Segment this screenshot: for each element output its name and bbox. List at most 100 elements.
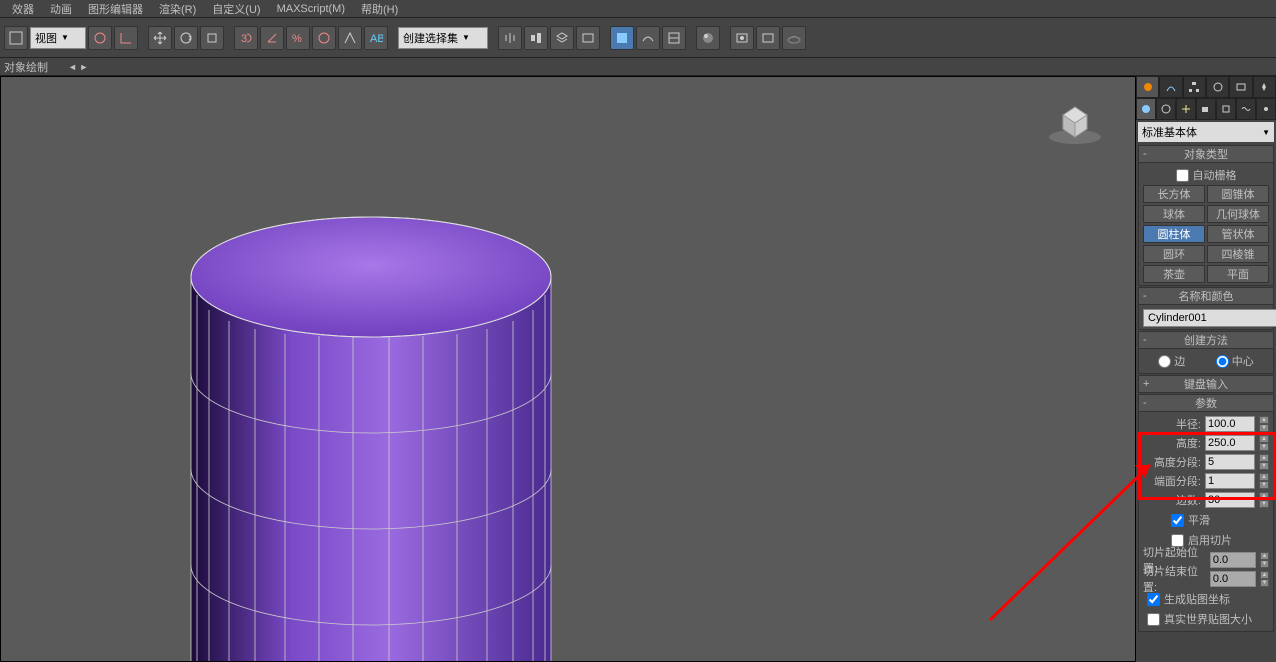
category-dropdown[interactable]: 标准基本体▼ — [1138, 122, 1274, 142]
hseg-spinner[interactable]: 5 — [1205, 454, 1255, 470]
rollout-parameters[interactable]: -参数 — [1138, 394, 1274, 412]
cameras-subtab[interactable] — [1196, 98, 1216, 120]
menu-item[interactable]: 自定义(U) — [204, 1, 268, 17]
menu-item[interactable]: MAXScript(M) — [269, 3, 353, 15]
spacewarps-subtab[interactable] — [1236, 98, 1256, 120]
tool-icon[interactable] — [576, 26, 600, 50]
geosphere-button[interactable]: 几何球体 — [1207, 205, 1269, 223]
motion-tab[interactable] — [1206, 76, 1229, 98]
move-tool-icon[interactable] — [148, 26, 172, 50]
sliceto-spinner[interactable]: 0.0 — [1210, 571, 1256, 587]
tool-icon[interactable] — [4, 26, 28, 50]
main-toolbar: 视图▼ 3 % ABC 创建选择集▼ — [0, 18, 1276, 58]
viewcube[interactable] — [1045, 97, 1105, 147]
menu-item[interactable]: 渲染(R) — [151, 1, 204, 17]
shapes-subtab[interactable] — [1156, 98, 1176, 120]
named-selection-combo[interactable]: 创建选择集▼ — [398, 27, 488, 49]
menu-item[interactable]: 帮助(H) — [353, 1, 406, 17]
realworld-checkbox[interactable] — [1147, 613, 1160, 626]
slicefrom-spinner[interactable]: 0.0 — [1210, 552, 1256, 568]
smooth-checkbox[interactable] — [1171, 514, 1184, 527]
create-tab[interactable] — [1136, 76, 1159, 98]
menu-item[interactable]: 图形编辑器 — [80, 1, 151, 17]
cone-button[interactable]: 圆锥体 — [1207, 185, 1269, 203]
ribbon-strip: 对象绘制 ◄ ► — [0, 58, 1276, 76]
pyramid-button[interactable]: 四棱锥 — [1207, 245, 1269, 263]
create-subtabs — [1136, 98, 1276, 120]
cylinder-button[interactable]: 圆柱体 — [1143, 225, 1205, 243]
systems-subtab[interactable] — [1256, 98, 1276, 120]
box-button[interactable]: 长方体 — [1143, 185, 1205, 203]
spinner-arrows[interactable]: ▲▼ — [1260, 571, 1269, 587]
curve-editor-icon[interactable] — [636, 26, 660, 50]
cseg-label: 端面分段: — [1154, 473, 1201, 489]
height-label: 高度: — [1176, 435, 1201, 451]
object-name-input[interactable] — [1143, 309, 1276, 327]
tool-icon[interactable] — [114, 26, 138, 50]
spinner-arrows[interactable]: ▲▼ — [1259, 473, 1269, 489]
command-panel-tabs — [1136, 76, 1276, 98]
cseg-spinner[interactable]: 1 — [1205, 473, 1255, 489]
material-editor-icon[interactable] — [696, 26, 720, 50]
hierarchy-tab[interactable] — [1183, 76, 1206, 98]
layers-icon[interactable] — [550, 26, 574, 50]
autogrid-checkbox[interactable] — [1176, 169, 1189, 182]
rollout-name-color[interactable]: -名称和颜色 — [1138, 287, 1274, 305]
snap-icon[interactable]: 3 — [234, 26, 258, 50]
spinner-arrows[interactable]: ▲▼ — [1259, 454, 1269, 470]
teapot-button[interactable]: 茶壶 — [1143, 265, 1205, 283]
display-tab[interactable] — [1229, 76, 1252, 98]
tool-icon[interactable] — [88, 26, 112, 50]
align-icon[interactable] — [524, 26, 548, 50]
tool-icon[interactable]: ABC — [364, 26, 388, 50]
rollout-creation-method[interactable]: -创建方法 — [1138, 331, 1274, 349]
scale-tool-icon[interactable] — [200, 26, 224, 50]
command-panel: 标准基本体▼ -对象类型 自动栅格 长方体 圆锥体 球体 几何球体 圆柱体 管状… — [1136, 76, 1276, 662]
realworld-label: 真实世界贴图大小 — [1164, 611, 1252, 627]
viewport[interactable] — [0, 76, 1136, 662]
percent-snap-icon[interactable]: % — [286, 26, 310, 50]
lights-subtab[interactable] — [1176, 98, 1196, 120]
genmap-checkbox[interactable] — [1147, 593, 1160, 606]
ribbon-label: 对象绘制 — [4, 59, 48, 75]
sides-spinner[interactable]: 30 — [1205, 492, 1255, 508]
svg-text:ABC: ABC — [370, 33, 383, 45]
sphere-button[interactable]: 球体 — [1143, 205, 1205, 223]
angle-snap-icon[interactable] — [260, 26, 284, 50]
tool-icon[interactable] — [338, 26, 362, 50]
radius-spinner[interactable]: 100.0 — [1205, 416, 1255, 432]
edge-radio[interactable]: 边 — [1158, 353, 1185, 369]
render-icon[interactable] — [782, 26, 806, 50]
mirror-icon[interactable] — [498, 26, 522, 50]
menu-item[interactable]: 效器 — [4, 1, 42, 17]
rollout-object-type[interactable]: -对象类型 — [1138, 145, 1274, 163]
autogrid-label: 自动栅格 — [1193, 167, 1237, 183]
helpers-subtab[interactable] — [1216, 98, 1236, 120]
height-spinner[interactable]: 250.0 — [1205, 435, 1255, 451]
rotate-tool-icon[interactable] — [174, 26, 198, 50]
render-setup-icon[interactable] — [730, 26, 754, 50]
ribbon-arrow-icon[interactable]: ◄ ► — [68, 62, 88, 72]
tube-button[interactable]: 管状体 — [1207, 225, 1269, 243]
spinner-arrows[interactable]: ▲▼ — [1259, 492, 1269, 508]
center-radio[interactable]: 中心 — [1216, 353, 1254, 369]
tool-icon[interactable] — [662, 26, 686, 50]
torus-button[interactable]: 圆环 — [1143, 245, 1205, 263]
render-frame-icon[interactable] — [756, 26, 780, 50]
menubar: 效器 动画 图形编辑器 渲染(R) 自定义(U) MAXScript(M) 帮助… — [0, 0, 1276, 18]
utilities-tab[interactable] — [1253, 76, 1276, 98]
reference-coord-combo[interactable]: 视图▼ — [30, 27, 86, 49]
menu-item[interactable]: 动画 — [42, 1, 80, 17]
radius-label: 半径: — [1176, 416, 1201, 432]
rollout-keyboard-entry[interactable]: +键盘输入 — [1138, 375, 1274, 393]
spinner-arrows[interactable]: ▲▼ — [1259, 416, 1269, 432]
cylinder-object[interactable] — [181, 197, 581, 662]
geometry-subtab[interactable] — [1136, 98, 1156, 120]
plane-button[interactable]: 平面 — [1207, 265, 1269, 283]
genmap-label: 生成贴图坐标 — [1164, 591, 1230, 607]
modify-tab[interactable] — [1159, 76, 1182, 98]
spinner-snap-icon[interactable] — [312, 26, 336, 50]
schematic-view-icon[interactable] — [610, 26, 634, 50]
spinner-arrows[interactable]: ▲▼ — [1260, 552, 1269, 568]
spinner-arrows[interactable]: ▲▼ — [1259, 435, 1269, 451]
